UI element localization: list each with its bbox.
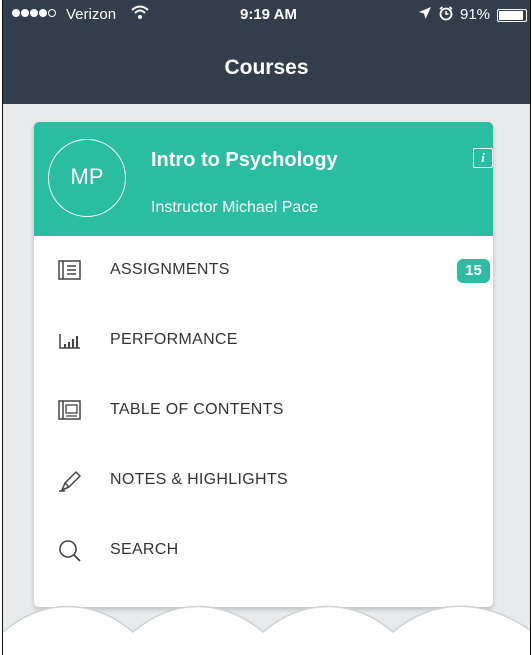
carrier-name: Verizon [66,6,117,23]
course-card: MP Intro to Psychology Instructor Michae… [34,122,493,607]
battery-icon [497,9,527,22]
menu-item-performance[interactable]: PERFORMANCE [34,306,493,376]
menu-item-label: NOTES & HIGHLIGHTS [110,471,288,488]
search-icon [56,538,84,564]
battery-fill [499,11,523,20]
signal-strength-icon [12,9,57,26]
menu-item-assignments[interactable]: ASSIGNMENTS 15 [34,236,493,306]
location-arrow-icon [418,6,432,24]
phone-screen: Verizon 9:19 AM 91% Courses MP Intro to … [3,0,530,655]
course-instructor: Instructor Michael Pace [151,199,319,216]
menu-item-label: PERFORMANCE [110,331,238,348]
torn-edge-divider [3,605,530,655]
menu-item-search[interactable]: SEARCH [34,516,493,586]
book-icon [56,398,84,424]
menu-item-notes-highlights[interactable]: NOTES & HIGHLIGHTS [34,446,493,516]
page-title: Courses [224,56,309,79]
course-header[interactable]: MP Intro to Psychology Instructor Michae… [34,122,493,236]
menu-item-label: TABLE OF CONTENTS [110,401,284,418]
battery-percent: 91% [460,6,491,23]
menu-item-table-of-contents[interactable]: TABLE OF CONTENTS [34,376,493,446]
avatar: MP [48,139,126,217]
menu-item-label: SEARCH [110,541,179,558]
course-title: Intro to Psychology [151,149,338,171]
status-bar: Verizon 9:19 AM 91% [3,0,530,30]
info-icon[interactable]: i [473,148,493,168]
alarm-icon [438,6,454,24]
menu-item-label: ASSIGNMENTS [110,261,230,278]
status-time: 9:19 AM [240,6,297,23]
assignments-icon [56,258,84,284]
bar-chart-icon [56,328,84,354]
top-bar: Verizon 9:19 AM 91% Courses [3,0,530,104]
wifi-icon [131,5,149,24]
highlighter-icon [56,468,84,494]
assignments-count-badge: 15 [457,259,490,283]
